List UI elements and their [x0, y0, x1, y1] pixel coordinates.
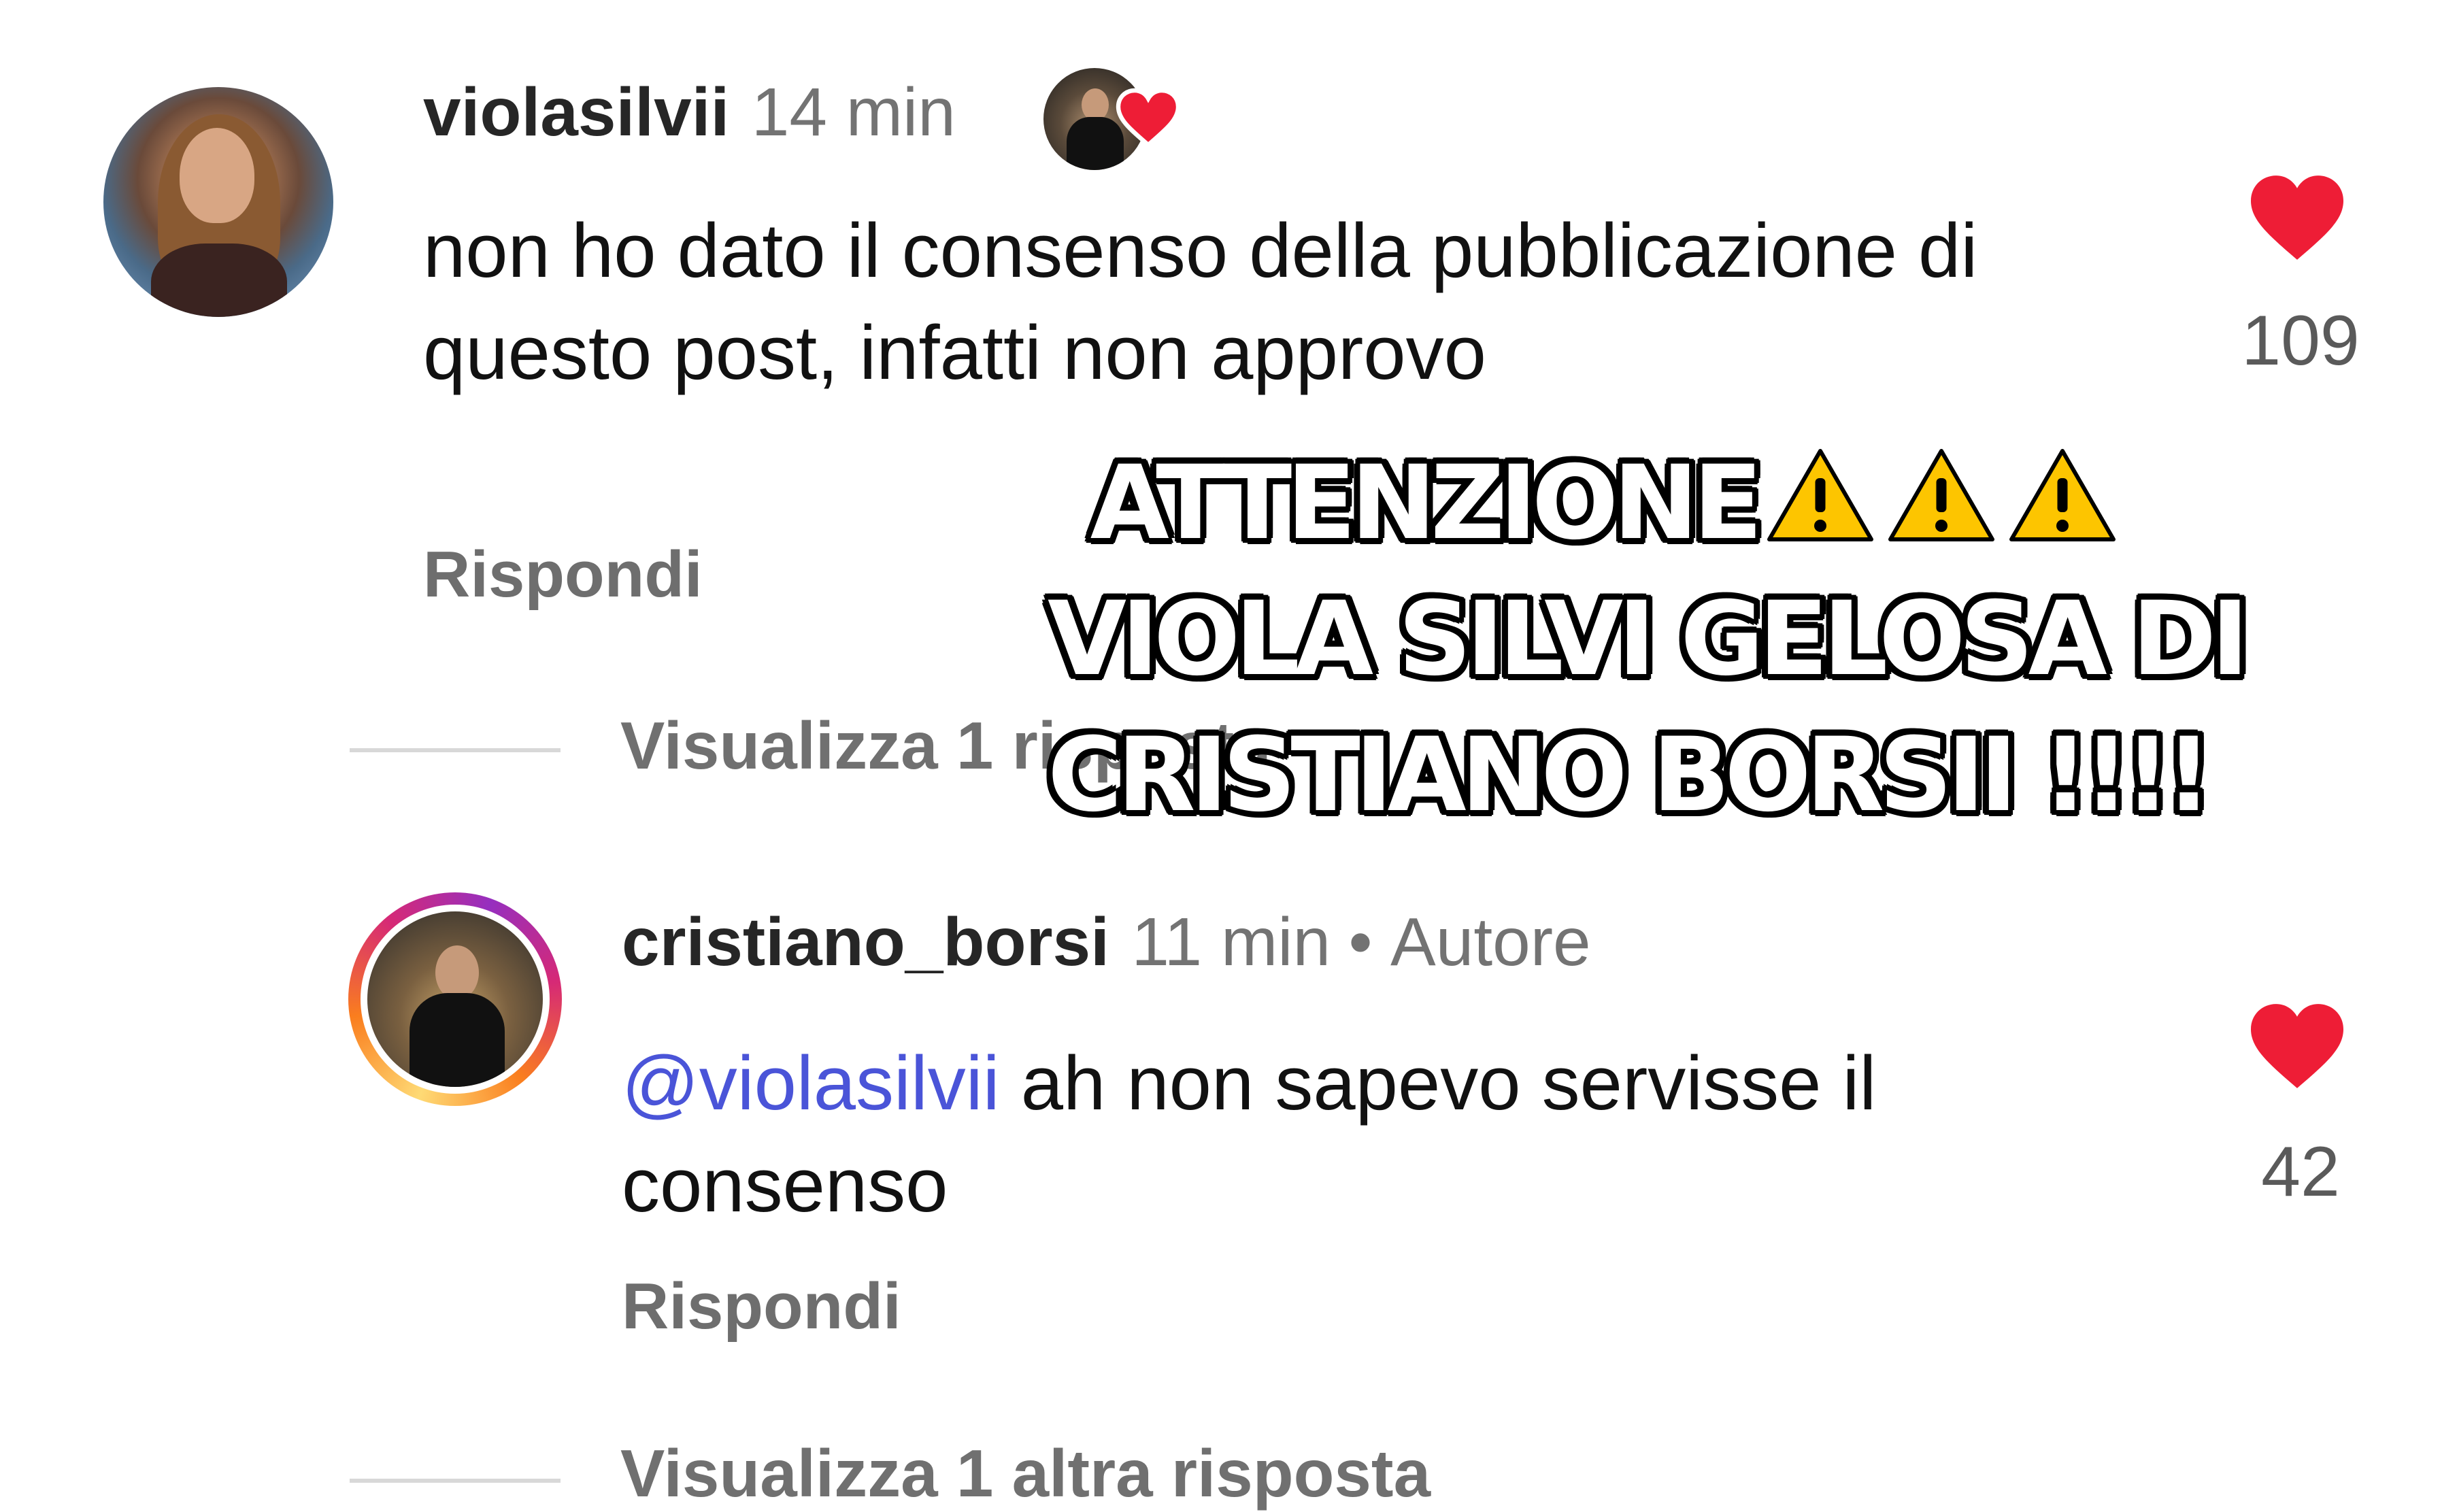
- like-heart-icon[interactable]: [2246, 171, 2348, 264]
- warning-icon: [1767, 449, 1874, 541]
- avatar-face: [180, 128, 254, 223]
- avatar-body: [410, 993, 505, 1087]
- author-badge: Autore: [1390, 904, 1591, 980]
- comment-username[interactable]: violasilvii: [423, 74, 729, 150]
- overlay-line-2: VIOLA SILVI GELOSA DI: [1048, 580, 2249, 699]
- comment-header: violasilvii 14 min: [423, 73, 956, 152]
- thread-line: [350, 1479, 561, 1483]
- reply-button[interactable]: Rispondi: [622, 1269, 901, 1344]
- avatar-violasilvii[interactable]: [103, 87, 333, 317]
- overlay-title: ATTENZIONE: [1090, 444, 1763, 562]
- comment-username[interactable]: cristiano_borsi: [622, 904, 1109, 980]
- reply-button[interactable]: Rispondi: [423, 537, 703, 612]
- avatar-face: [435, 945, 479, 1000]
- author-liked-heart-icon: [1116, 88, 1181, 148]
- avatar-cristiano-borsi[interactable]: [367, 911, 543, 1087]
- comment-text: non ho dato il consenso della pubblicazi…: [423, 208, 1978, 395]
- meta-separator: •: [1348, 904, 1373, 980]
- like-count: 42: [2261, 1132, 2340, 1211]
- like-count: 109: [2241, 301, 2360, 380]
- thread-line: [350, 748, 561, 752]
- avatar-face: [1082, 88, 1109, 121]
- view-replies-button[interactable]: Visualizza 1 altra risposta: [620, 1435, 1431, 1512]
- overlay-line-3: CRISTIANO BORSII !!!!: [1048, 716, 2212, 835]
- avatar-body: [151, 243, 287, 317]
- comment-time: 11 min: [1131, 904, 1331, 980]
- comment-header: cristiano_borsi 11 min • Autore: [622, 903, 1591, 981]
- warning-icon: [1888, 449, 1995, 541]
- overlay-line-1: ATTENZIONE: [1048, 435, 2163, 571]
- overlay-caption: ATTENZIONE VIOLA SILVI GELOSA DI CRISTIA…: [1048, 435, 2249, 843]
- mention-link[interactable]: @violasilvii: [622, 1041, 1000, 1126]
- like-heart-icon[interactable]: [2246, 1000, 2348, 1092]
- warning-icon: [2009, 449, 2116, 541]
- comment-text: @violasilvii ah non sapevo servisse il c…: [622, 1032, 2145, 1237]
- comment-time: 14 min: [751, 74, 956, 150]
